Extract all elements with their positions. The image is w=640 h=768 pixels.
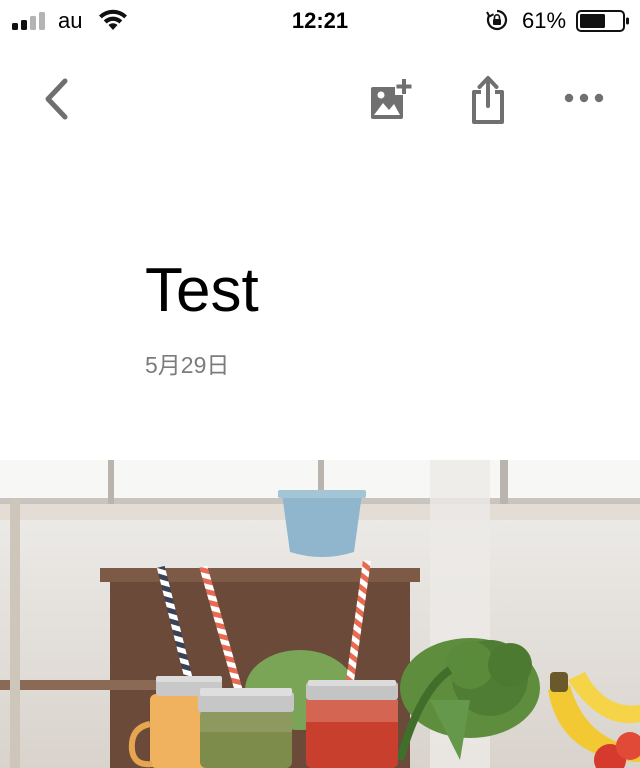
chevron-left-icon	[45, 78, 68, 120]
add-image-button[interactable]	[362, 72, 418, 128]
rotation-lock-icon	[486, 9, 508, 31]
more-horizontal-icon	[564, 93, 604, 103]
back-button[interactable]	[30, 74, 82, 124]
note-date: 5月29日	[145, 352, 230, 378]
add-image-icon	[371, 78, 412, 119]
share-icon	[472, 76, 504, 124]
attached-photo[interactable]	[0, 460, 640, 768]
status-bar: au 12:21 61%	[0, 0, 640, 40]
share-button[interactable]	[460, 70, 516, 130]
battery-percent: 61%	[522, 8, 567, 33]
note-toolbar	[0, 60, 640, 136]
battery-icon	[576, 10, 629, 32]
note-title[interactable]: Test	[145, 254, 259, 328]
more-options-button[interactable]	[554, 74, 614, 122]
